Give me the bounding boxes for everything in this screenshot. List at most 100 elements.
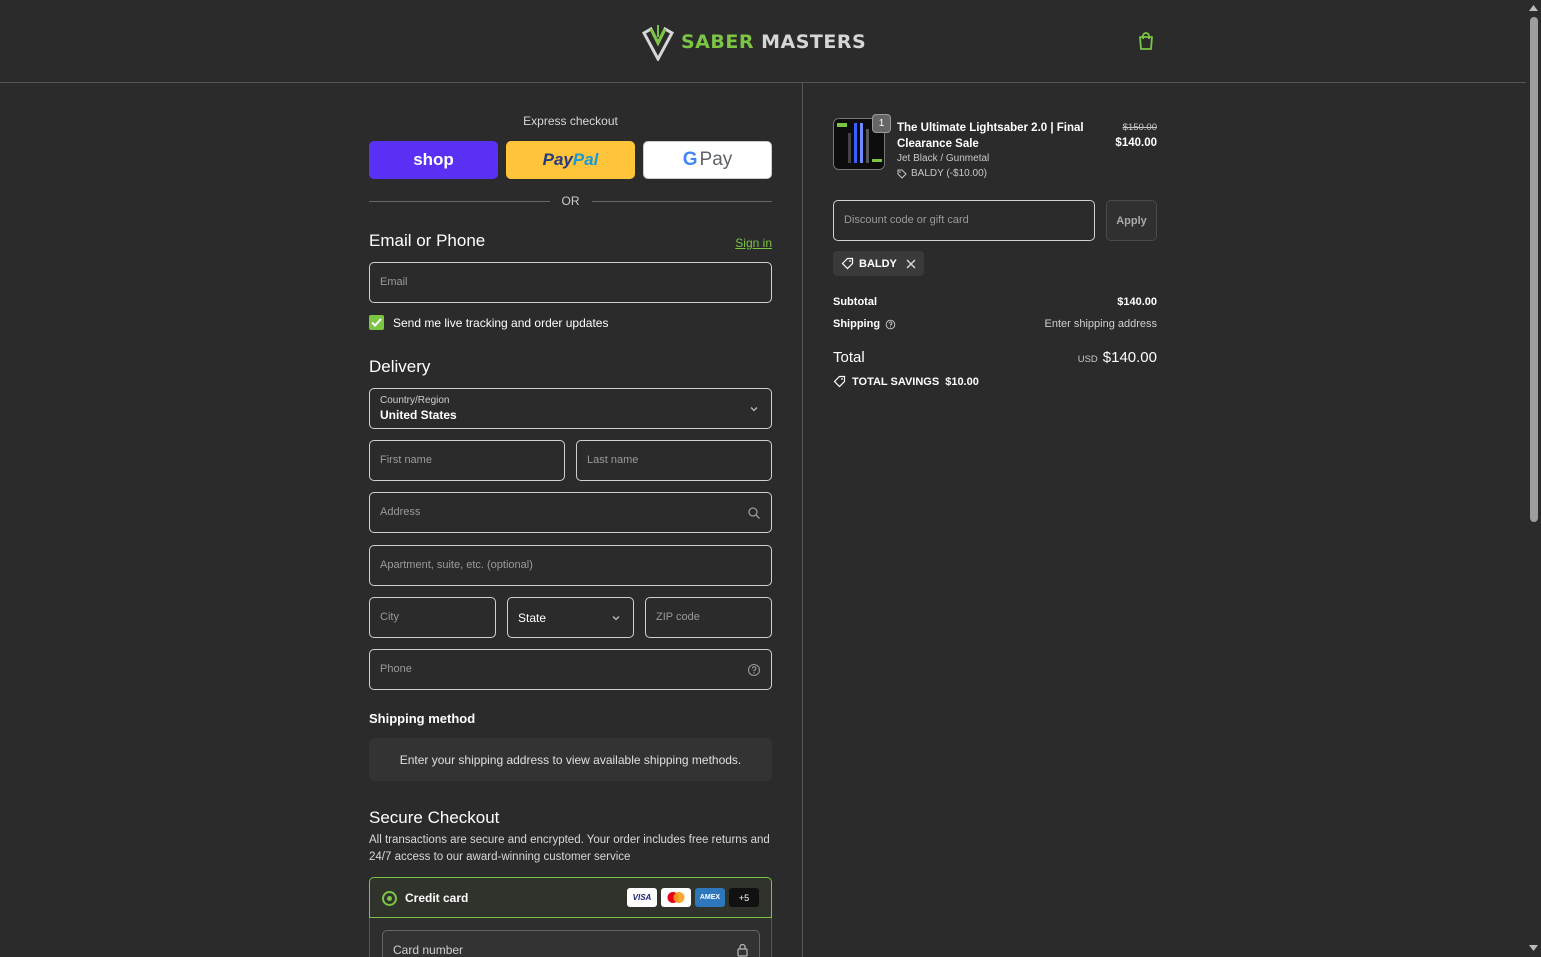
zip-placeholder: ZIP code xyxy=(656,611,700,623)
tag-icon xyxy=(897,169,907,179)
savings-label: TOTAL SAVINGS xyxy=(852,375,940,388)
tag-icon xyxy=(833,375,846,388)
help-circle-icon[interactable] xyxy=(747,663,761,677)
address-placeholder: Address xyxy=(380,506,421,518)
column-divider xyxy=(802,83,803,957)
visa-icon: VISA xyxy=(627,888,657,907)
brand-name: SABER MASTERS xyxy=(681,31,866,53)
mastercard-icon xyxy=(661,888,691,907)
checkmark-icon xyxy=(371,318,382,327)
country-value: United States xyxy=(380,408,457,422)
address-field[interactable]: Address xyxy=(369,492,772,533)
total-savings: TOTAL SAVINGS $10.00 xyxy=(833,375,979,388)
brand-name-part2: MASTERS xyxy=(761,31,867,53)
applied-code: BALDY xyxy=(859,257,897,270)
state-select[interactable]: State xyxy=(507,597,634,638)
phone-placeholder: Phone xyxy=(380,663,412,675)
applied-discount-chip: BALDY xyxy=(833,251,924,276)
shipping-label-wrap: Shipping xyxy=(833,318,896,330)
email-placeholder: Email xyxy=(380,276,408,288)
product-variant: Jet Black / Gunmetal xyxy=(897,153,990,164)
more-cards-badge: +5 xyxy=(729,888,759,907)
last-name-field[interactable]: Last name xyxy=(576,440,772,481)
paypal-button[interactable]: Pay Pal xyxy=(506,141,635,179)
total-currency: USD xyxy=(1077,354,1098,365)
google-pay-button[interactable]: G Pay xyxy=(643,141,772,179)
last-name-placeholder: Last name xyxy=(587,454,639,466)
credit-card-option[interactable]: Credit card VISA AMEX +5 xyxy=(369,877,772,918)
city-placeholder: City xyxy=(380,611,399,623)
product-discount: BALDY (-$10.00) xyxy=(897,168,987,179)
tag-icon xyxy=(841,257,854,270)
phone-field[interactable]: Phone xyxy=(369,649,772,690)
paypal-label-1: Pay xyxy=(542,150,573,169)
zip-field[interactable]: ZIP code xyxy=(645,597,772,638)
state-value: State xyxy=(518,611,547,625)
card-number-field[interactable]: Card number xyxy=(382,930,760,957)
country-select[interactable]: Country/Region United States xyxy=(369,388,772,429)
total-amount: USD $140.00 xyxy=(1078,349,1157,366)
radio-selected-dot xyxy=(387,896,392,901)
email-field[interactable]: Email xyxy=(369,262,772,303)
shop-pay-button[interactable]: shop xyxy=(369,141,498,179)
scroll-down-arrow-icon[interactable] xyxy=(1529,945,1538,951)
or-line-left xyxy=(369,200,550,202)
credit-card-fields: Card number xyxy=(369,918,772,957)
delivery-title: Delivery xyxy=(369,357,431,376)
amex-icon: AMEX xyxy=(695,888,725,907)
credit-card-radio[interactable] xyxy=(382,891,397,906)
or-text: OR xyxy=(561,194,580,208)
scrollbar-thumb[interactable] xyxy=(1530,17,1538,522)
updates-checkbox-row[interactable]: Send me live tracking and order updates xyxy=(369,315,608,330)
discount-code-input[interactable]: Discount code or gift card xyxy=(833,200,1095,241)
brand-logo-icon xyxy=(641,25,675,61)
payment-title: Secure Checkout xyxy=(369,808,500,827)
paypal-label-2: Pal xyxy=(572,150,599,169)
apartment-placeholder: Apartment, suite, etc. (optional) xyxy=(380,559,533,571)
google-pay-label: Pay xyxy=(699,149,733,170)
price-original: $150.00 xyxy=(1122,122,1157,133)
shipping-label: Shipping xyxy=(833,318,881,330)
product-title: The Ultimate Lightsaber 2.0 | Final Clea… xyxy=(897,122,1084,150)
subtotal-label: Subtotal xyxy=(833,296,877,308)
product-discount-text: BALDY (-$10.00) xyxy=(911,168,987,179)
contact-title: Email or Phone xyxy=(369,231,486,250)
first-name-field[interactable]: First name xyxy=(369,440,565,481)
card-brands: VISA AMEX +5 xyxy=(627,888,759,907)
chevron-down-icon xyxy=(750,407,758,412)
brand-name-part1: SABER xyxy=(681,31,754,53)
lock-icon xyxy=(737,943,748,957)
shopping-bag-icon[interactable] xyxy=(1137,31,1155,51)
quantity-badge: 1 xyxy=(872,114,891,133)
city-field[interactable]: City xyxy=(369,597,496,638)
total-value: $140.00 xyxy=(1102,349,1157,366)
card-number-placeholder: Card number xyxy=(393,943,464,957)
page-scrollbar[interactable] xyxy=(1526,0,1541,957)
subtotal-value: $140.00 xyxy=(1117,296,1157,308)
header: SABER MASTERS xyxy=(0,0,1526,83)
apply-discount-button[interactable]: Apply xyxy=(1106,200,1157,241)
updates-checkbox[interactable] xyxy=(369,315,384,330)
chevron-down-icon xyxy=(612,616,620,621)
sign-in-link[interactable]: Sign in xyxy=(735,236,772,250)
first-name-placeholder: First name xyxy=(380,454,432,466)
discount-placeholder: Discount code or gift card xyxy=(844,214,969,226)
search-icon xyxy=(748,507,760,519)
shipping-method-title: Shipping method xyxy=(369,711,476,726)
price-current: $140.00 xyxy=(1115,137,1157,149)
or-divider: OR xyxy=(369,194,772,208)
apartment-field[interactable]: Apartment, suite, etc. (optional) xyxy=(369,545,772,586)
shop-pay-label: shop xyxy=(413,150,454,169)
savings-value: $10.00 xyxy=(945,375,979,388)
shipping-value: Enter shipping address xyxy=(1044,318,1157,330)
help-circle-icon[interactable] xyxy=(885,319,896,330)
brand-logo[interactable]: SABER MASTERS xyxy=(641,22,866,62)
credit-card-label: Credit card xyxy=(405,891,469,905)
google-g-icon: G xyxy=(682,149,698,170)
scroll-up-arrow-icon[interactable] xyxy=(1529,5,1538,11)
updates-label: Send me live tracking and order updates xyxy=(393,315,609,330)
close-icon[interactable] xyxy=(906,259,916,269)
shipping-method-notice: Enter your shipping address to view avai… xyxy=(369,738,772,781)
express-checkout-title: Express checkout xyxy=(523,114,618,128)
payment-description: All transactions are secure and encrypte… xyxy=(369,834,770,863)
